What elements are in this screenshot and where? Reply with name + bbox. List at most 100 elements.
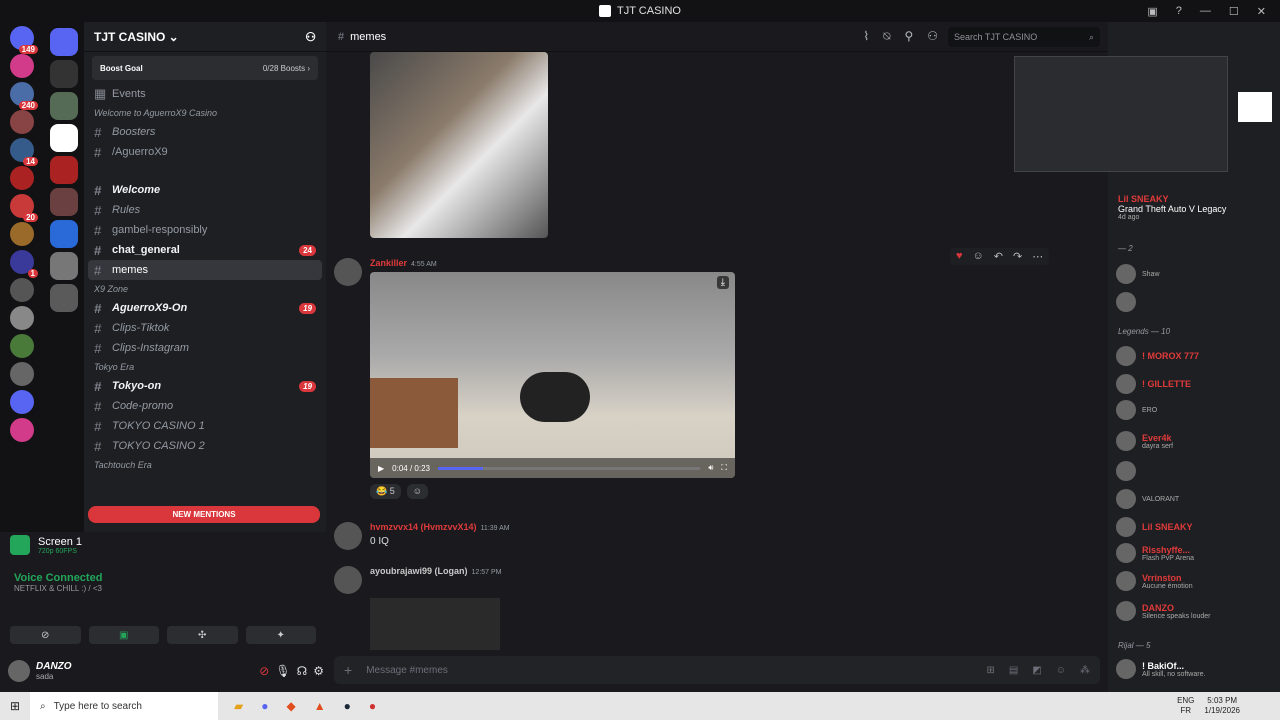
member-item[interactable]: Lil SNEAKY [1116, 516, 1274, 538]
brave-icon[interactable]: ◆ [286, 699, 295, 713]
server-icon[interactable] [10, 110, 34, 134]
soundboard-button[interactable]: ✦ [245, 626, 316, 644]
member-item[interactable]: Ever4k dayra serf [1116, 430, 1274, 452]
message-author[interactable]: hvmzvvx14 (HvmzvvX14) 11:39 AM [370, 522, 510, 532]
reaction-laugh[interactable]: 😂 5 [370, 484, 401, 499]
app-icon[interactable]: ▲ [314, 699, 326, 713]
activity-card[interactable]: Lil SNEAKY Grand Theft Auto V Legacy 4d … [1118, 194, 1226, 221]
channel-category[interactable]: Tokyo Era [84, 358, 326, 376]
sticker-icon[interactable]: ◩ [1032, 665, 1041, 676]
screen-share[interactable]: Screen 1 720p 60FPS [10, 535, 82, 555]
download-icon[interactable]: ⤓ [716, 276, 729, 289]
server-icon[interactable]: 240 [10, 82, 38, 110]
voice-connected-label[interactable]: Voice Connected [14, 572, 102, 584]
channel-item[interactable]: # Clips-Tiktok [84, 318, 326, 338]
member-item[interactable]: Risshyffe... Flash PvP Arena [1116, 542, 1274, 564]
server-icon[interactable] [50, 60, 78, 88]
server-icon[interactable] [10, 390, 34, 414]
close-button[interactable]: ✕ [1257, 5, 1266, 18]
mic-icon[interactable]: 🎙︎ [275, 664, 290, 678]
help-icon[interactable]: ? [1176, 5, 1182, 17]
avatar[interactable] [8, 660, 30, 682]
message-image[interactable] [370, 598, 500, 650]
channel-item[interactable]: # AguerroX9-On 19 [84, 298, 326, 318]
member-item[interactable]: VALORANT [1116, 488, 1274, 510]
activities-button[interactable]: ✣ [167, 626, 238, 644]
avatar[interactable] [334, 566, 362, 594]
server-icon[interactable] [10, 362, 34, 386]
mute-icon[interactable]: ⍉ [883, 29, 890, 44]
server-icon[interactable] [10, 222, 34, 246]
boost-goal[interactable]: Boost Goal 0/28 Boosts › [92, 56, 318, 80]
channel-category[interactable]: Welcome to AguerroX9 Casino [84, 104, 326, 122]
server-header[interactable]: TJT CASINO ⌄ ⚇ [84, 22, 326, 52]
member-item[interactable]: ! BakiOf... All skill, no software. [1116, 658, 1274, 680]
add-attachment-icon[interactable]: + [344, 662, 352, 678]
maximize-button[interactable]: ☐ [1229, 5, 1239, 18]
server-icon[interactable]: 1 [10, 250, 38, 278]
members-icon[interactable]: ⚇ [927, 29, 938, 44]
member-item[interactable]: ! GILLETTE [1116, 373, 1274, 395]
video-player[interactable]: ⤓ ▶ 0:04 / 0:23 🔊︎ ⛶ [370, 272, 735, 478]
avatar[interactable] [334, 258, 362, 286]
emoji-icon[interactable]: ☺ [1056, 665, 1066, 676]
avatar[interactable] [334, 522, 362, 550]
screen-share-button[interactable]: ▣ [88, 626, 159, 644]
stream-preview[interactable] [1014, 56, 1228, 172]
member-item[interactable] [1116, 460, 1274, 482]
channel-category[interactable] [84, 162, 326, 180]
channel-item[interactable]: # Tokyo-on 19 [84, 376, 326, 396]
server-icon[interactable] [10, 54, 34, 78]
channel-item[interactable]: # Code-promo [84, 396, 326, 416]
video-progress[interactable] [437, 466, 701, 470]
add-reaction-button[interactable]: ☺ [406, 484, 428, 499]
server-icon-active[interactable] [50, 124, 78, 152]
server-icon[interactable] [10, 418, 34, 442]
server-icon[interactable] [50, 188, 78, 216]
file-explorer-icon[interactable]: ▰ [234, 699, 243, 713]
fullscreen-icon[interactable]: ⛶ [721, 463, 727, 473]
pin-icon[interactable]: ⚲ [904, 29, 913, 44]
server-icon[interactable] [10, 278, 34, 302]
message-author[interactable]: ayoubrajawi99 (Logan) 12:57 PM [370, 566, 502, 594]
threads-icon[interactable]: ⌇ [863, 29, 869, 44]
server-icon[interactable] [50, 28, 78, 56]
events-item[interactable]: ▦ Events [84, 84, 326, 104]
channel-item[interactable]: # Clips-Instagram [84, 338, 326, 358]
server-icon[interactable] [50, 284, 78, 312]
member-item[interactable]: Shaw [1116, 263, 1274, 285]
camera-off-button[interactable]: ⊘ [10, 626, 81, 644]
server-icon[interactable] [50, 220, 78, 248]
channel-item[interactable]: # Welcome [84, 180, 326, 200]
server-icon[interactable] [10, 166, 34, 190]
minimize-button[interactable]: — [1200, 5, 1211, 17]
taskbar-search[interactable]: ⌕ Type here to search [30, 692, 218, 720]
channel-item[interactable]: # Rules [84, 200, 326, 220]
settings-icon[interactable]: ⚙ [313, 664, 324, 678]
channel-category[interactable]: Tachtouch Era [84, 456, 326, 474]
member-item[interactable]: DANZO Silence speaks louder [1116, 600, 1274, 622]
windows-start-icon[interactable]: ⊞ [10, 699, 20, 713]
channel-item[interactable]: # /AguerroX9 [84, 142, 326, 162]
forward-icon[interactable]: ↷ [1013, 250, 1022, 263]
message-input[interactable]: + Message #memes ⊞ ▤ ◩ ☺ ⁂ [334, 656, 1100, 684]
channel-item[interactable]: # chat_general 24 [84, 240, 326, 260]
inbox-icon[interactable]: ▣ [1147, 5, 1157, 18]
server-icon[interactable] [10, 306, 34, 330]
emoji-icon[interactable]: ☺ [973, 250, 984, 263]
steam-icon[interactable]: ● [344, 699, 351, 713]
headphones-icon[interactable]: ☊ [297, 664, 308, 678]
channel-item[interactable]: # TOKYO CASINO 2 [84, 436, 326, 456]
channel-item[interactable]: # gambel-responsibly [84, 220, 326, 240]
more-icon[interactable]: ⋯ [1032, 250, 1043, 263]
channel-category[interactable]: X9 Zone [84, 280, 326, 298]
channel-item[interactable]: # TOKYO CASINO 1 [84, 416, 326, 436]
apps-icon[interactable]: ⁂ [1080, 665, 1090, 676]
gif-icon[interactable]: ▤ [1009, 665, 1018, 676]
server-icon[interactable]: 14 [10, 138, 38, 166]
gift-icon[interactable]: ⊞ [986, 665, 994, 676]
channel-item[interactable]: # memes [88, 260, 322, 280]
heart-reaction-icon[interactable]: ♥ [956, 250, 963, 263]
new-mentions-button[interactable]: NEW MENTIONS [88, 506, 320, 523]
server-icon[interactable] [50, 92, 78, 120]
